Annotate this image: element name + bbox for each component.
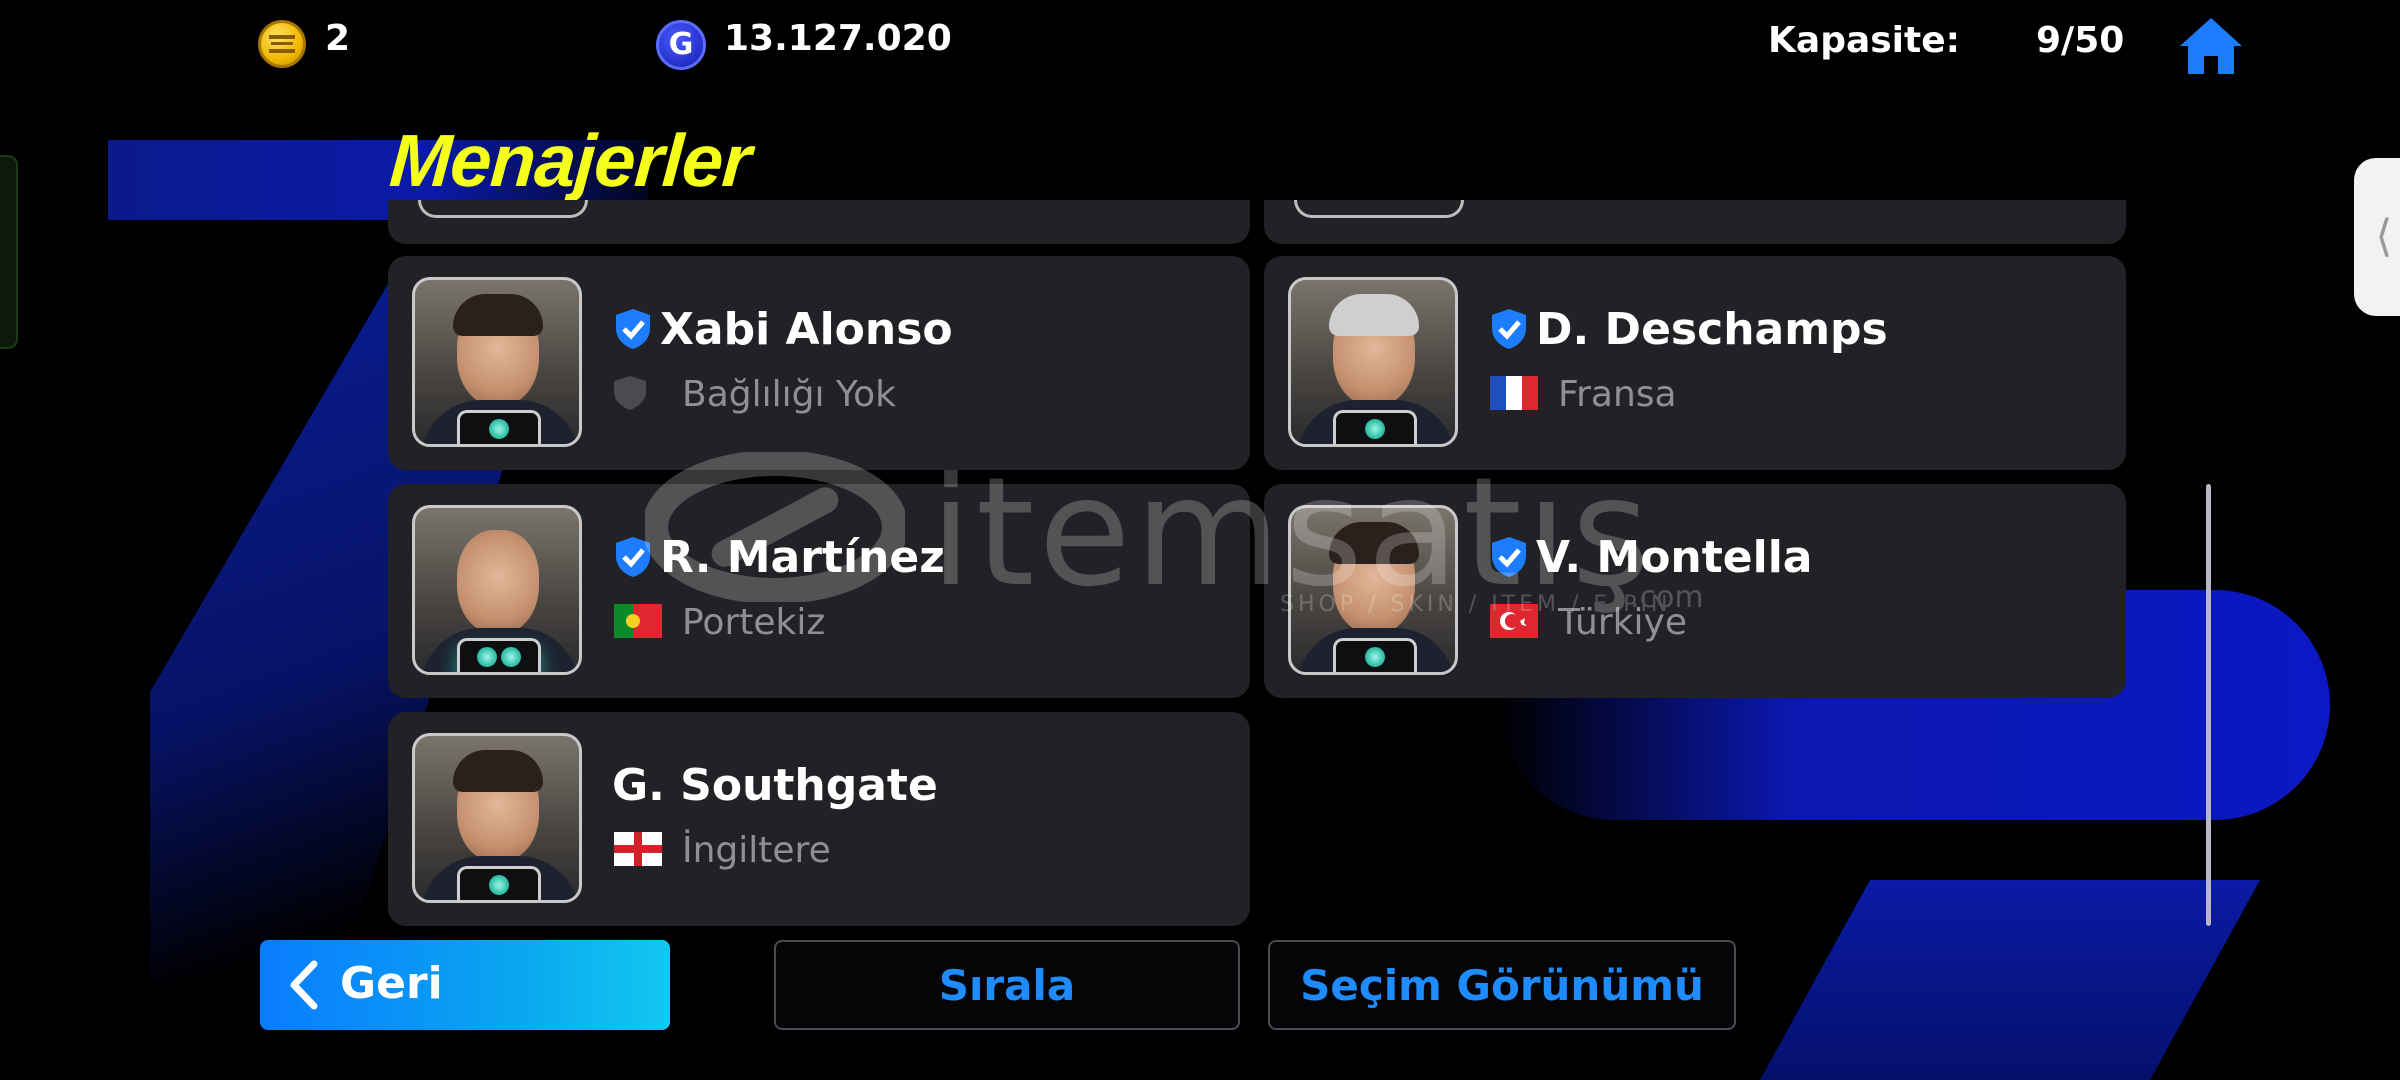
manager-badge <box>1333 410 1417 444</box>
manager-card[interactable]: R. Martínez Portekiz <box>388 484 1250 698</box>
gem-icon <box>501 646 521 667</box>
coin-icon <box>258 20 306 68</box>
selection-view-button[interactable]: Seçim Görünümü <box>1268 940 1736 1030</box>
verified-shield-icon <box>616 309 650 349</box>
gem-icon <box>477 646 497 667</box>
france-flag-icon <box>1490 376 1538 410</box>
manager-portrait <box>1288 277 1458 447</box>
coin-balance: 2 <box>325 18 351 59</box>
selection-view-button-label: Seçim Görünümü <box>1300 960 1704 1010</box>
list-item-partial[interactable] <box>388 200 1250 244</box>
left-edge-tab[interactable] <box>0 155 18 349</box>
side-panel-tab[interactable]: ⟨ <box>2354 158 2400 316</box>
home-button[interactable] <box>2178 16 2244 76</box>
manager-name: G. Southgate <box>612 760 938 811</box>
list-scrollbar[interactable] <box>2206 484 2211 926</box>
bg-diagonal-bottom-right <box>1760 880 2260 1080</box>
manager-badge <box>457 410 541 444</box>
back-button-label: Geri <box>340 958 443 1009</box>
england-flag-icon <box>614 832 662 866</box>
manager-name: D. Deschamps <box>1536 304 1888 355</box>
manager-card[interactable]: V. Montella Türkiye <box>1264 484 2126 698</box>
manager-affiliation: İngiltere <box>682 830 831 871</box>
home-icon <box>2180 18 2242 74</box>
manager-badge <box>457 638 541 672</box>
screen: 2 G 13.127.020 Kapasite: 9/50 Menajerler… <box>0 0 2400 1080</box>
manager-badge <box>457 866 541 900</box>
verified-shield-icon <box>1492 537 1526 577</box>
manager-card[interactable]: D. Deschamps Fransa <box>1264 256 2126 470</box>
verified-shield-icon <box>1492 309 1526 349</box>
manager-name: Xabi Alonso <box>660 304 953 355</box>
manager-portrait <box>412 277 582 447</box>
shield-icon <box>614 376 646 410</box>
manager-card[interactable]: Xabi Alonso Bağlılığı Yok <box>388 256 1250 470</box>
portugal-flag-icon <box>614 604 662 638</box>
manager-affiliation: Türkiye <box>1558 602 1687 643</box>
verified-shield-icon <box>616 537 650 577</box>
manager-affiliation: Bağlılığı Yok <box>682 374 896 415</box>
manager-card[interactable]: G. Southgate İngiltere <box>388 712 1250 926</box>
sort-button[interactable]: Sırala <box>774 940 1240 1030</box>
manager-portrait <box>412 505 582 675</box>
gem-icon <box>1365 418 1385 439</box>
chevron-left-icon <box>290 960 318 1010</box>
manager-portrait <box>412 733 582 903</box>
gem-icon <box>1365 646 1385 667</box>
gp-icon: G <box>656 20 706 70</box>
manager-portrait <box>1288 505 1458 675</box>
manager-name: V. Montella <box>1536 532 1813 583</box>
capacity-value: 9/50 <box>2036 20 2125 61</box>
back-button[interactable]: Geri <box>260 940 670 1030</box>
capacity-label: Kapasite: <box>1768 20 1961 61</box>
gp-balance: 13.127.020 <box>724 18 952 59</box>
gem-icon <box>489 418 509 439</box>
gem-icon <box>489 874 509 895</box>
manager-name: R. Martínez <box>660 532 945 583</box>
sort-button-label: Sırala <box>938 960 1076 1010</box>
manager-affiliation: Fransa <box>1558 374 1677 415</box>
manager-affiliation: Portekiz <box>682 602 826 643</box>
top-bar: 2 G 13.127.020 Kapasite: 9/50 <box>0 0 2400 90</box>
manager-badge <box>1333 638 1417 672</box>
page-title: Menajerler <box>387 119 754 202</box>
list-item-partial[interactable] <box>1264 200 2126 244</box>
turkey-flag-icon <box>1490 604 1538 638</box>
